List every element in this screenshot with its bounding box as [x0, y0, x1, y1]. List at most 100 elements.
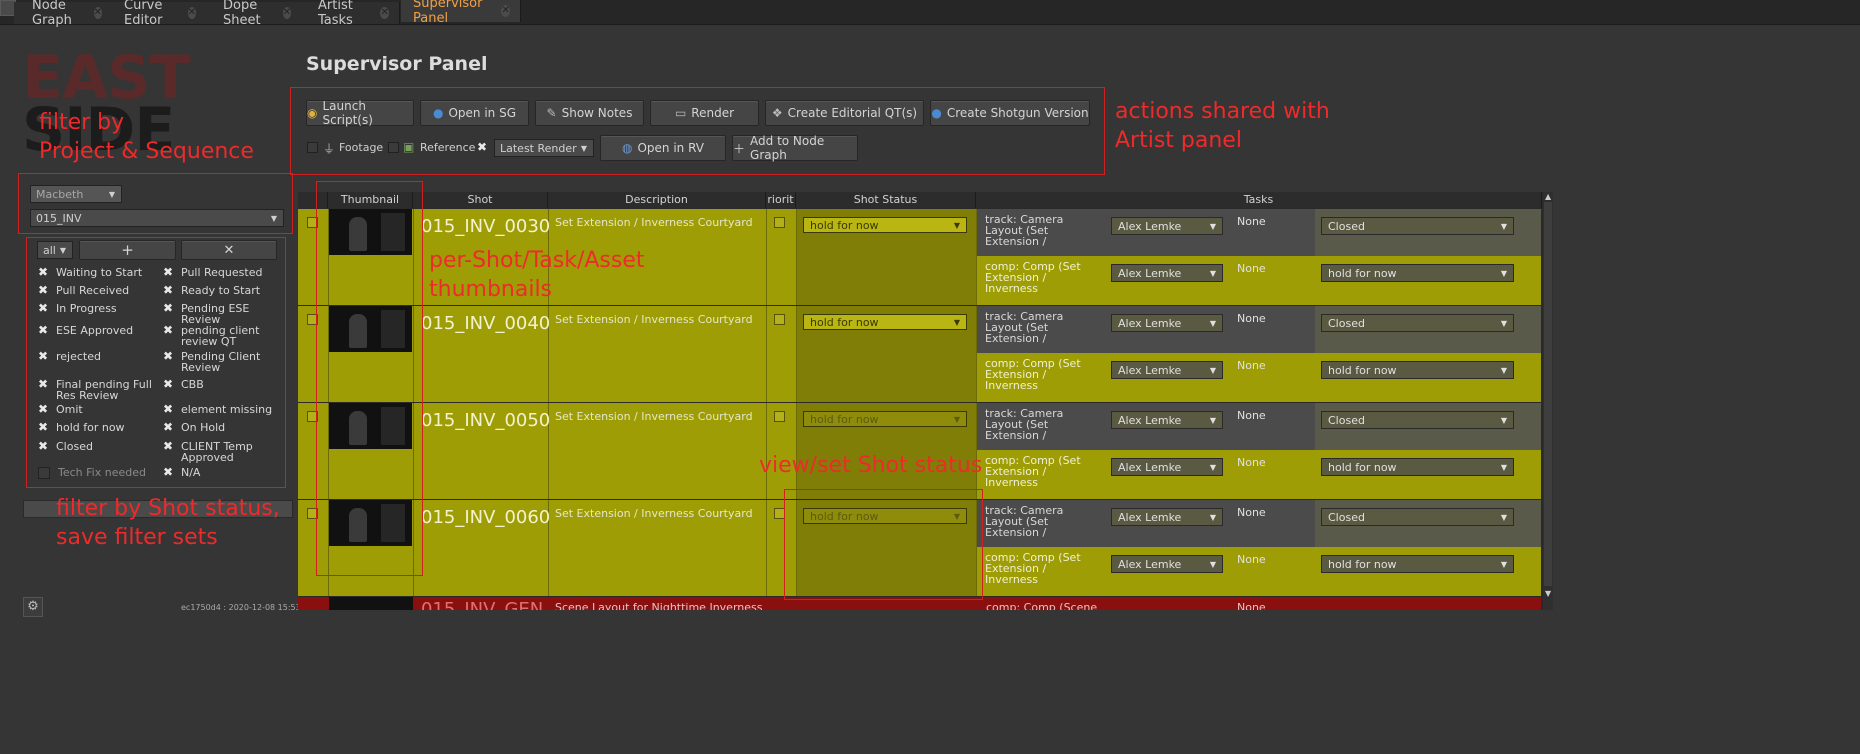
chevron-down-icon: ▼ [1500, 268, 1507, 278]
shot-status-select[interactable]: hold for now ▼ [803, 411, 967, 427]
annotation-shot-status: view/set Shot status [759, 453, 983, 478]
task-note: None [1237, 601, 1266, 610]
column-header-shot[interactable]: Shot [413, 192, 548, 208]
task-note: None [1237, 409, 1266, 422]
select-value: Closed [1328, 413, 1365, 427]
tab-label: Node Graph [32, 0, 72, 28]
task-note: None [1237, 456, 1266, 469]
task-artist-select[interactable]: Alex Lemke ▼ [1111, 217, 1223, 235]
chevron-down-icon: ▼ [1209, 415, 1216, 425]
scrollbar-thumb[interactable] [1544, 202, 1552, 586]
annotation-box-actions [290, 87, 1105, 175]
task-status-select[interactable]: hold for now ▼ [1321, 555, 1514, 573]
chevron-down-icon: ▼ [953, 220, 960, 230]
tab-label: Supervisor Panel [413, 0, 483, 26]
shot-name: 015_INV_0040 [421, 313, 551, 334]
tab-dope-sheet[interactable]: Dope Sheet ✕ [205, 0, 302, 28]
page-title: Supervisor Panel [306, 53, 488, 75]
select-value: hold for now [810, 412, 879, 426]
annotation-box-shot-status [784, 489, 983, 600]
annotation-line: filter by [39, 110, 125, 135]
task-status-select[interactable]: hold for now ▼ [1321, 458, 1514, 476]
select-value: hold for now [1328, 266, 1397, 280]
task-name: track: Camera Layout (Set Extension / [977, 500, 1104, 547]
table-row[interactable]: 015_INV_0040 Set Extension / Inverness Co… [298, 306, 1541, 402]
column-divider [766, 209, 767, 305]
tab-bar: Node Graph ✕ Curve Editor ✕ Dope Sheet ✕… [0, 0, 1860, 28]
scroll-down-icon[interactable]: ▼ [1545, 589, 1551, 598]
select-value: Alex Lemke [1118, 557, 1182, 571]
tab-label: Artist Tasks [318, 0, 353, 28]
task-artist-select[interactable]: Alex Lemke ▼ [1111, 314, 1223, 332]
select-value: Alex Lemke [1118, 316, 1182, 330]
version-label: ec1750d4 : 2020-12-08 15:53:10 [181, 603, 314, 612]
task-note: None [1237, 215, 1266, 228]
shot-description: Set Extension / Inverness Courtyard [555, 313, 753, 326]
task-artist-select[interactable]: Alex Lemke ▼ [1111, 508, 1223, 526]
task-name: comp: Comp (Scene [986, 601, 1098, 610]
shot-status-select[interactable]: hold for now ▼ [803, 314, 967, 330]
annotation-actions-shared: actions shared with Artist panel [1115, 97, 1330, 155]
task-artist-select[interactable]: Alex Lemke ▼ [1111, 555, 1223, 573]
annotation-thumbnails: per-Shot/Task/Asset thumbnails [429, 246, 645, 304]
task-note: None [1237, 553, 1266, 566]
tab-node-graph[interactable]: Node Graph ✕ [14, 0, 113, 28]
shot-status-select[interactable]: hold for now ▼ [803, 217, 967, 233]
annotation-line: Project & Sequence [39, 139, 254, 164]
column-header-shot-status[interactable]: Shot Status [796, 192, 976, 208]
task-status-select[interactable]: hold for now ▼ [1321, 361, 1514, 379]
annotation-filter-project: filter by Project & Sequence [39, 108, 254, 166]
close-icon[interactable]: ✕ [93, 7, 102, 19]
select-value: Alex Lemke [1118, 266, 1182, 280]
select-value: Closed [1328, 510, 1365, 524]
scroll-up-icon[interactable]: ▲ [1545, 192, 1551, 201]
task-artist-select[interactable]: Alex Lemke ▼ [1111, 361, 1223, 379]
task-artist-select[interactable]: Alex Lemke ▼ [1111, 411, 1223, 429]
task-status-select[interactable]: Closed ▼ [1321, 217, 1514, 235]
task-name: comp: Comp (Set Extension / Inverness [977, 353, 1104, 400]
chevron-down-icon: ▼ [1209, 462, 1216, 472]
gear-icon[interactable]: ⚙ [23, 597, 43, 617]
tab-artist-tasks[interactable]: Artist Tasks ✕ [300, 0, 400, 28]
scrollbar[interactable]: ▲ ▼ [1543, 192, 1553, 610]
close-icon[interactable]: ✕ [187, 7, 196, 19]
close-icon[interactable]: ✕ [282, 7, 291, 19]
task-status-select[interactable]: Closed ▼ [1321, 411, 1514, 429]
select-value: Alex Lemke [1118, 219, 1182, 233]
chevron-down-icon: ▼ [1500, 559, 1507, 569]
column-header-priority[interactable]: riorit [766, 192, 796, 208]
task-status-select[interactable]: hold for now ▼ [1321, 264, 1514, 282]
shot-description: Scene Layout for Nighttime Inverness [555, 601, 763, 610]
task-name: track: Camera Layout (Set Extension / [977, 306, 1104, 353]
priority-checkbox[interactable] [774, 411, 785, 422]
chevron-down-icon: ▼ [1209, 318, 1216, 328]
tab-curve-editor[interactable]: Curve Editor ✕ [106, 0, 207, 28]
annotation-line: per-Shot/Task/Asset [429, 248, 645, 273]
task-note: None [1237, 506, 1266, 519]
chevron-down-icon: ▼ [1209, 365, 1216, 375]
priority-checkbox[interactable] [774, 217, 785, 228]
column-header-tasks[interactable]: Tasks [976, 192, 1542, 208]
task-note: None [1237, 312, 1266, 325]
select-value: Alex Lemke [1118, 510, 1182, 524]
close-icon[interactable]: ✕ [501, 5, 510, 17]
task-name: track: Camera Layout (Set Extension / [977, 403, 1104, 450]
select-value: Alex Lemke [1118, 460, 1182, 474]
task-artist-select[interactable]: Alex Lemke ▼ [1111, 458, 1223, 476]
task-artist-select[interactable]: Alex Lemke ▼ [1111, 264, 1223, 282]
chevron-down-icon: ▼ [953, 414, 960, 424]
select-value: hold for now [810, 315, 879, 329]
task-name: comp: Comp (Set Extension / Inverness [977, 450, 1104, 497]
chevron-down-icon: ▼ [1500, 365, 1507, 375]
task-status-select[interactable]: Closed ▼ [1321, 314, 1514, 332]
chevron-down-icon: ▼ [1209, 559, 1216, 569]
priority-checkbox[interactable] [774, 314, 785, 325]
task-note: None [1237, 262, 1266, 275]
chevron-down-icon: ▼ [1209, 221, 1216, 231]
shot-name: 015_INV_0060 [421, 507, 551, 528]
task-status-select[interactable]: Closed ▼ [1321, 508, 1514, 526]
annotation-line: save filter sets [56, 525, 218, 550]
tab-supervisor-panel[interactable]: Supervisor Panel ✕ [401, 0, 521, 26]
column-header-description[interactable]: Description [548, 192, 766, 208]
close-icon[interactable]: ✕ [380, 7, 389, 19]
